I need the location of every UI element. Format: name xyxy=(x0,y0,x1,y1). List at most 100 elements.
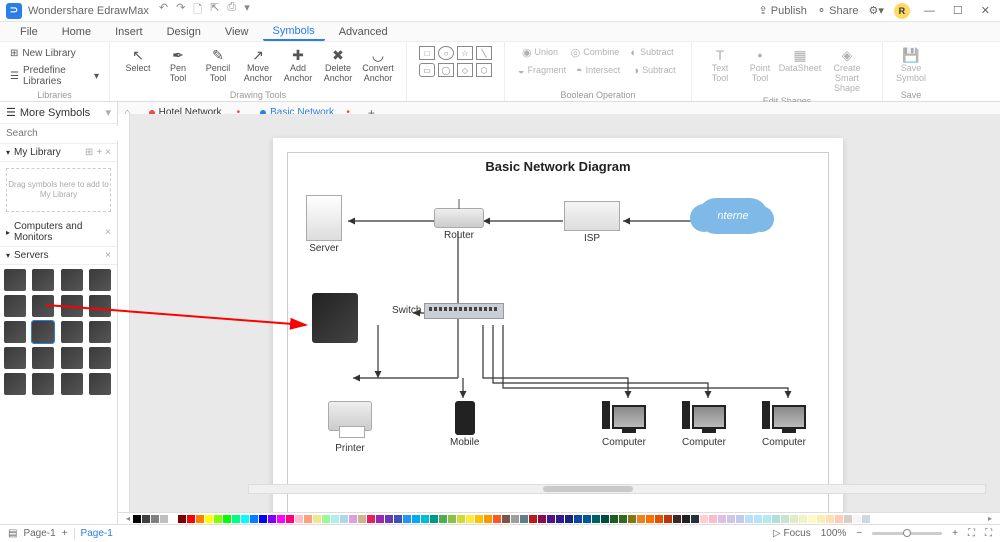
zoom-slider[interactable] xyxy=(872,532,942,535)
fullscreen-button[interactable]: ⛶ xyxy=(985,528,992,539)
delete-anchor-tool[interactable]: ✖Delete Anchor xyxy=(320,44,356,86)
close-button[interactable]: ✕ xyxy=(977,4,994,17)
settings-icon[interactable]: ⚙▾ xyxy=(869,4,884,17)
color-swatch[interactable] xyxy=(160,515,168,523)
menu-home[interactable]: Home xyxy=(52,24,101,40)
page-name[interactable]: Page-1 xyxy=(81,528,113,539)
color-swatch[interactable] xyxy=(178,515,186,523)
color-swatch[interactable] xyxy=(466,515,474,523)
color-swatch[interactable] xyxy=(736,515,744,523)
node-server[interactable]: Server xyxy=(306,195,342,254)
server-symbol-selected[interactable] xyxy=(32,321,54,343)
node-printer[interactable]: Printer xyxy=(328,401,372,454)
color-swatch[interactable] xyxy=(259,515,267,523)
focus-button[interactable]: ▷ Focus xyxy=(773,528,811,539)
color-swatch[interactable] xyxy=(565,515,573,523)
color-swatch[interactable] xyxy=(340,515,348,523)
print-icon[interactable]: ⎙ xyxy=(227,1,236,20)
server-symbol[interactable] xyxy=(89,269,111,291)
menu-advanced[interactable]: Advanced xyxy=(329,24,398,40)
color-swatch[interactable] xyxy=(385,515,393,523)
menu-insert[interactable]: Insert xyxy=(105,24,153,40)
server-symbol[interactable] xyxy=(61,373,83,395)
node-internet[interactable]: Internet xyxy=(698,198,768,234)
server-symbol[interactable] xyxy=(89,321,111,343)
color-swatch[interactable] xyxy=(646,515,654,523)
node-computer-2[interactable]: Computer xyxy=(680,401,728,448)
color-swatch[interactable] xyxy=(394,515,402,523)
color-swatch[interactable] xyxy=(187,515,195,523)
color-swatch[interactable] xyxy=(718,515,726,523)
color-swatch[interactable] xyxy=(214,515,222,523)
color-swatch[interactable] xyxy=(745,515,753,523)
color-swatch[interactable] xyxy=(862,515,870,523)
export-icon[interactable]: ⇱ xyxy=(210,1,219,20)
color-swatch[interactable] xyxy=(169,515,177,523)
color-swatch[interactable] xyxy=(844,515,852,523)
page-canvas[interactable]: Basic Network Diagram Server Router ISP … xyxy=(273,138,843,524)
server-symbol[interactable] xyxy=(4,321,26,343)
color-swatch[interactable] xyxy=(727,515,735,523)
add-page-button[interactable]: + xyxy=(62,528,68,539)
server-symbol[interactable] xyxy=(61,269,83,291)
zoom-out-button[interactable]: − xyxy=(856,528,862,539)
color-swatch[interactable] xyxy=(673,515,681,523)
more-symbols-button[interactable]: More Symbols xyxy=(20,107,102,119)
server-symbol[interactable] xyxy=(4,347,26,369)
color-swatch[interactable] xyxy=(322,515,330,523)
servers-section[interactable]: ▾Servers× xyxy=(0,247,117,265)
menu-symbols[interactable]: Symbols xyxy=(263,23,325,41)
color-swatch[interactable] xyxy=(781,515,789,523)
server-symbol[interactable] xyxy=(89,347,111,369)
color-swatch[interactable] xyxy=(790,515,798,523)
color-swatch[interactable] xyxy=(601,515,609,523)
color-swatch[interactable] xyxy=(448,515,456,523)
predefine-libraries-button[interactable]: ☰Predefine Libraries▾ xyxy=(10,65,99,87)
color-swatch[interactable] xyxy=(421,515,429,523)
new-library-button[interactable]: ⊞New Library xyxy=(10,48,99,59)
color-swatch[interactable] xyxy=(205,515,213,523)
server-symbol[interactable] xyxy=(32,373,54,395)
menu-design[interactable]: Design xyxy=(157,24,211,40)
color-swatch[interactable] xyxy=(430,515,438,523)
color-swatch[interactable] xyxy=(709,515,717,523)
color-swatch[interactable] xyxy=(349,515,357,523)
node-computer-1[interactable]: Computer xyxy=(600,401,648,448)
undo-icon[interactable]: ↶ xyxy=(159,1,168,20)
convert-anchor-tool[interactable]: ◡Convert Anchor xyxy=(360,44,396,86)
color-swatch[interactable] xyxy=(313,515,321,523)
color-swatch[interactable] xyxy=(403,515,411,523)
color-swatch[interactable] xyxy=(232,515,240,523)
color-swatch[interactable] xyxy=(610,515,618,523)
node-switch[interactable] xyxy=(424,303,504,319)
color-swatch[interactable] xyxy=(817,515,825,523)
color-swatch[interactable] xyxy=(331,515,339,523)
shape-picker[interactable]: □○☆╲ ▭◯◇⬡ xyxy=(417,44,494,79)
palette-prev[interactable]: ◂ xyxy=(124,514,132,523)
color-swatch[interactable] xyxy=(241,515,249,523)
server-symbol[interactable] xyxy=(32,295,54,317)
color-swatch[interactable] xyxy=(133,515,141,523)
chevron-icon[interactable]: ▾ xyxy=(105,106,111,119)
color-swatch[interactable] xyxy=(196,515,204,523)
color-swatch[interactable] xyxy=(538,515,546,523)
save-icon[interactable]: 🗋 xyxy=(193,1,202,20)
computers-section[interactable]: ▸Computers and Monitors× xyxy=(0,218,117,247)
color-swatch[interactable] xyxy=(511,515,519,523)
server-symbol[interactable] xyxy=(61,321,83,343)
pen-tool[interactable]: ✒Pen Tool xyxy=(160,44,196,86)
color-swatch[interactable] xyxy=(475,515,483,523)
my-library-drop-zone[interactable]: Drag symbols here to add to My Library xyxy=(6,168,111,212)
maximize-button[interactable]: ☐ xyxy=(949,4,967,17)
color-swatch[interactable] xyxy=(358,515,366,523)
move-anchor-tool[interactable]: ↗Move Anchor xyxy=(240,44,276,86)
publish-button[interactable]: ⇪ Publish xyxy=(759,4,807,17)
server-symbol[interactable] xyxy=(4,269,26,291)
color-swatch[interactable] xyxy=(367,515,375,523)
select-tool[interactable]: ↖Select xyxy=(120,44,156,76)
color-swatch[interactable] xyxy=(628,515,636,523)
color-swatch[interactable] xyxy=(664,515,672,523)
node-server3d[interactable] xyxy=(312,293,358,343)
share-button[interactable]: ⚬ Share xyxy=(817,4,859,17)
color-swatch[interactable] xyxy=(412,515,420,523)
